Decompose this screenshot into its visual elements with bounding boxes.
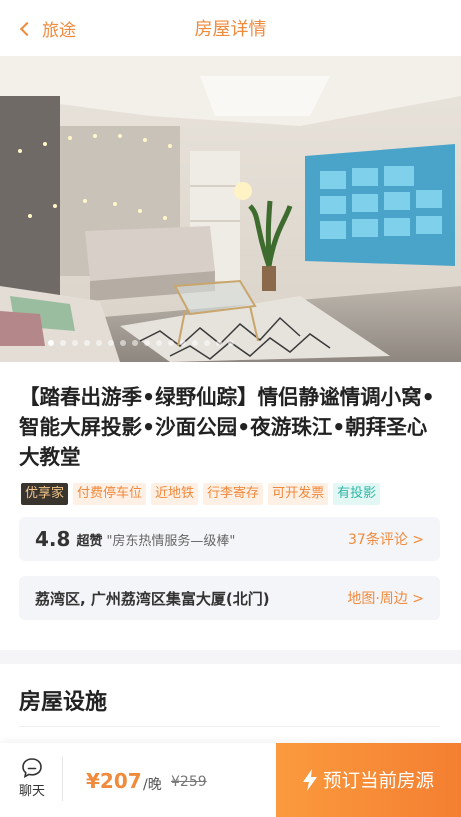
rating-word: 超赞 [76,533,103,549]
address-row[interactable]: 荔湾区, 广州荔湾区集富大厦(北门) 地图·周边 > [19,576,440,620]
gallery-dot[interactable] [72,340,78,346]
top-nav-bar: 旅途 房屋详情 [0,0,461,56]
gallery-dot[interactable] [84,340,90,346]
gallery-dot[interactable] [228,340,234,346]
gallery-dot[interactable] [108,340,114,346]
page-title: 房屋详情 [194,19,267,40]
gallery-dot[interactable] [120,340,126,346]
feature-tag: 优享家 [21,483,69,505]
gallery-dot[interactable] [96,340,102,346]
current-price: ¥207 [86,769,142,793]
listing-title: 【踏春出游季•绿野仙踪】情侣静谧情调小窝•智能大屏投影•沙面公园•夜游珠江•朝拜… [19,385,435,469]
gallery-dot[interactable] [156,340,162,346]
gallery-dot[interactable] [132,340,138,346]
rating-score: 4.8 [35,527,71,551]
feature-tag: 近地铁 [151,483,199,505]
map-link[interactable]: 地图·周边 > [347,588,424,608]
back-label: 旅途 [42,21,76,41]
room-photo-illustration [0,56,461,362]
feature-tag: 可开发票 [268,483,329,505]
gallery-dot[interactable] [168,340,174,346]
feature-tag: 行李寄存 [203,483,264,505]
divider [62,757,63,801]
chat-icon [22,758,42,778]
gallery-dot[interactable] [216,340,222,346]
lightning-icon [302,769,317,791]
listing-photo[interactable] [0,56,461,362]
feature-tags: 优享家 付费停车位 近地铁 行李寄存 可开发票 有投影 [21,483,381,505]
reviews-link[interactable]: 37条评论 > [348,529,424,549]
chat-label: 聊天 [18,784,45,799]
original-price: ¥259 [171,774,207,790]
divider [19,726,440,727]
feature-tag: 付费停车位 [73,483,147,505]
back-button[interactable]: 旅途 [19,16,76,41]
gallery-dot[interactable] [192,340,198,346]
gallery-dot[interactable] [48,340,54,346]
listing-info-card: 【踏春出游季•绿野仙踪】情侣静谧情调小窝•智能大屏投影•沙面公园•夜游珠江•朝拜… [0,362,461,650]
address-text: 荔湾区, 广州荔湾区集富大厦(北门) [35,589,270,608]
review-quote: "房东热情服务—级棒" [106,533,236,549]
rating-row[interactable]: 4.8 超赞 "房东热情服务—级棒" 37条评论 > [19,517,440,561]
book-button[interactable]: 预订当前房源 [276,743,461,817]
feature-tag: 有投影 [333,483,381,505]
per-night-label: /晚 [143,777,162,793]
gallery-dot[interactable] [180,340,186,346]
gallery-dot[interactable] [204,340,210,346]
facilities-title: 房屋设施 [19,690,108,715]
gallery-pagination [48,340,234,346]
chat-button[interactable]: 聊天 [14,757,50,799]
book-label: 预订当前房源 [322,771,434,792]
chevron-left-icon [19,21,35,36]
gallery-dot[interactable] [60,340,66,346]
gallery-dot[interactable] [144,340,150,346]
bottom-action-bar: 聊天 ¥207 /晚 ¥259 预订当前房源 [0,743,461,817]
